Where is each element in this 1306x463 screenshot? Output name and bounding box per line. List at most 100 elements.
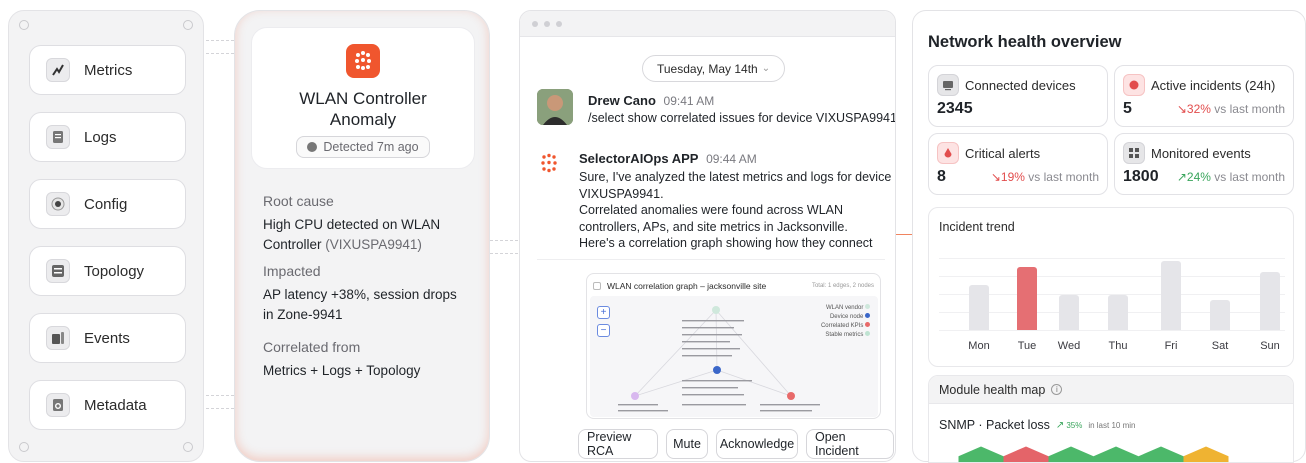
- events-grid-icon: [1123, 142, 1145, 164]
- action-bar: Preview RCA Mute Acknowledge Open Incide…: [578, 429, 894, 459]
- chat-window: Tuesday, May 14th ⌄ Drew Cano 09:41 AM /…: [519, 10, 896, 462]
- stat-value: 8: [937, 168, 946, 186]
- trend-day-label: Fri: [1151, 340, 1191, 352]
- stat-value: 5: [1123, 100, 1132, 118]
- incident-icon: [1123, 74, 1145, 96]
- anomaly-header: WLAN Controller Anomaly Detected 7m ago: [251, 27, 475, 169]
- message-header: Drew Cano 09:41 AM: [588, 93, 714, 108]
- connector-line: [206, 53, 234, 54]
- nav-item-metrics[interactable]: Metrics: [29, 45, 186, 95]
- health-hex[interactable]: [1139, 447, 1184, 463]
- clock-icon: [307, 142, 317, 152]
- root-cause-label: Root cause: [263, 193, 463, 209]
- zoom-in-button[interactable]: +: [597, 306, 610, 319]
- stat-critical-alerts[interactable]: Critical alerts 8 ↘19% vs last month: [928, 133, 1108, 195]
- graph-total: Total: 1 edges, 2 nodes: [812, 283, 874, 289]
- message-time: 09:41 AM: [664, 94, 715, 108]
- stat-label: Critical alerts: [965, 146, 1040, 161]
- checkbox[interactable]: [593, 282, 601, 290]
- message-body: Sure, I've analyzed the latest metrics a…: [579, 169, 891, 252]
- incident-trend-card: Incident trend MonTueWedThuFriSatSun: [928, 207, 1294, 367]
- panel-corner-dot: [19, 442, 29, 452]
- alert-title-line: Anomaly: [252, 109, 474, 130]
- trend-bar-sun[interactable]: [1260, 272, 1280, 330]
- correlated-section: Correlated from Metrics + Logs + Topolog…: [263, 339, 463, 381]
- nav-item-logs[interactable]: Logs: [29, 112, 186, 162]
- graph-node: [712, 306, 720, 314]
- window-dot: [532, 21, 538, 27]
- grid-line: [939, 276, 1285, 277]
- nav-item-metadata[interactable]: Metadata: [29, 380, 186, 430]
- panel-corner-dot: [19, 20, 29, 30]
- impacted-section: Impacted AP latency +38%, session drops …: [263, 263, 463, 325]
- module-delta: 35%: [1066, 421, 1082, 430]
- health-hex[interactable]: [959, 447, 1004, 463]
- preview-rca-button[interactable]: Preview RCA: [578, 429, 658, 459]
- stat-connected-devices[interactable]: Connected devices 2345: [928, 65, 1108, 127]
- date-pill[interactable]: Tuesday, May 14th ⌄: [642, 55, 785, 82]
- trend-bar-wed[interactable]: [1059, 295, 1079, 330]
- trend-chart: MonTueWedThuFriSatSun: [929, 208, 1295, 368]
- open-incident-button[interactable]: Open Incident: [806, 429, 894, 459]
- root-cause-section: Root cause High CPU detected on WLAN Con…: [263, 193, 463, 255]
- window-dot: [556, 21, 562, 27]
- nav-item-label: Metadata: [84, 397, 147, 414]
- nav-item-label: Events: [84, 330, 130, 347]
- message-author: SelectorAIOps APP: [579, 151, 698, 166]
- trend-bar-fri[interactable]: [1161, 261, 1181, 330]
- health-hex[interactable]: [1184, 447, 1229, 463]
- message-line: Correlated anomalies were found across W…: [579, 202, 891, 219]
- alert-app-icon: [346, 44, 380, 78]
- health-hex[interactable]: [1049, 447, 1094, 463]
- module-header: Module health map i: [929, 376, 1293, 404]
- trend-day-label: Wed: [1049, 340, 1089, 352]
- avatar: [537, 89, 573, 125]
- message-line: Sure, I've analyzed the latest metrics a…: [579, 169, 891, 186]
- window-titlebar: [520, 11, 895, 37]
- trend-bar-mon[interactable]: [969, 285, 989, 330]
- legend-item: Stable metrics: [821, 331, 870, 340]
- connector-line: [490, 240, 518, 241]
- health-hex[interactable]: [1004, 447, 1049, 463]
- module-metric-row: SNMP · Packet loss ↗ 35% in last 10 min: [939, 418, 1135, 432]
- nav-item-events[interactable]: Events: [29, 313, 186, 363]
- nav-item-topology[interactable]: Topology: [29, 246, 186, 296]
- date-text: Tuesday, May 14th: [657, 62, 758, 76]
- root-cause-value: High CPU detected on WLAN Controller (VI…: [263, 215, 463, 255]
- hex-map: [929, 442, 1294, 463]
- mute-button[interactable]: Mute: [666, 429, 708, 459]
- trend-up-icon: ↗: [1177, 170, 1187, 184]
- acknowledge-button[interactable]: Acknowledge: [716, 429, 798, 459]
- legend-item: Device node: [821, 313, 870, 322]
- trend-bar-sat[interactable]: [1210, 300, 1230, 330]
- metrics-icon: [46, 58, 70, 82]
- grid-line: [939, 330, 1285, 331]
- trend-bar-tue[interactable]: [1017, 267, 1037, 330]
- nav-item-config[interactable]: Config: [29, 179, 186, 229]
- correlation-graph-card[interactable]: WLAN correlation graph – jacksonville si…: [586, 273, 881, 419]
- health-hex[interactable]: [1094, 447, 1139, 463]
- message-header: SelectorAIOps APP 09:44 AM: [579, 151, 757, 166]
- trend-day-label: Thu: [1098, 340, 1138, 352]
- anomaly-card: WLAN Controller Anomaly Detected 7m ago …: [234, 10, 490, 462]
- root-cause-device: (VIXUSPA9941): [325, 237, 422, 252]
- chevron-down-icon: ⌄: [762, 63, 770, 74]
- zoom-out-button[interactable]: −: [597, 324, 610, 337]
- message-line: Here's a correlation graph showing how t…: [579, 235, 891, 252]
- module-title: Module health map: [939, 383, 1045, 397]
- stat-monitored-events[interactable]: Monitored events 1800 ↗24% vs last month: [1114, 133, 1294, 195]
- nav-item-label: Config: [84, 196, 127, 213]
- impacted-value: AP latency +38%, session drops in Zone-9…: [263, 285, 463, 325]
- detected-text: Detected 7m ago: [323, 140, 418, 154]
- config-icon: [46, 192, 70, 216]
- info-icon[interactable]: i: [1051, 384, 1062, 395]
- events-icon: [46, 326, 70, 350]
- topology-icon: [46, 259, 70, 283]
- graph-legend: WLAN vendor Device node Correlated KPIs …: [821, 304, 870, 340]
- legend-item: Correlated KPIs: [821, 322, 870, 331]
- stat-active-incidents[interactable]: Active incidents (24h) 5 ↘32% vs last mo…: [1114, 65, 1294, 127]
- trend-bar-thu[interactable]: [1108, 295, 1128, 330]
- message-time: 09:44 AM: [706, 152, 757, 166]
- legend-item: WLAN vendor: [821, 304, 870, 313]
- trend-day-label: Mon: [959, 340, 999, 352]
